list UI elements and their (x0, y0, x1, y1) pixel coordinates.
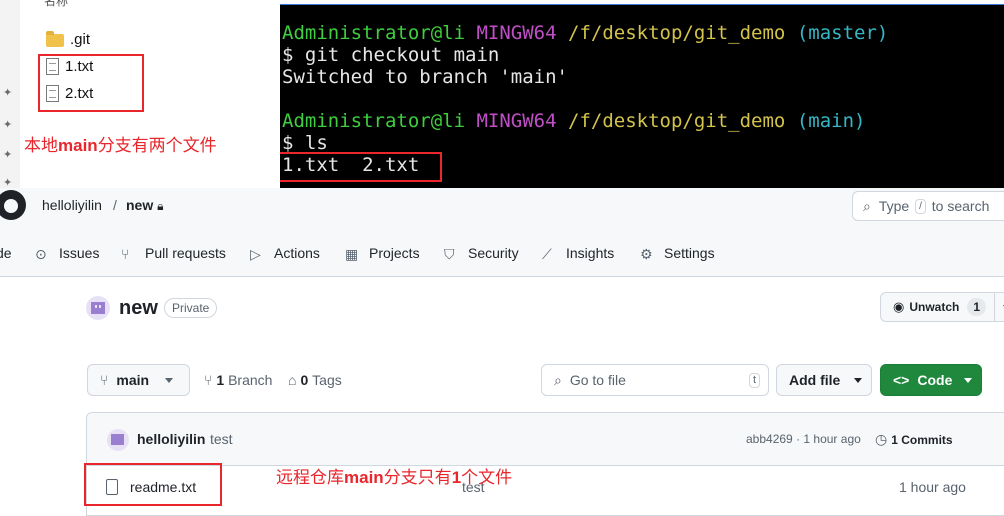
quick-access-pin-strip: ✦ ✦ ✦ ✦ (0, 0, 20, 188)
commit-message-link[interactable]: test (210, 431, 233, 447)
tab-pull-requests[interactable]: ⑂ Pull requests (121, 242, 226, 264)
gear-icon: ⚙ (640, 245, 653, 262)
issue-icon: ⊙ (35, 245, 47, 262)
global-search-input[interactable]: ⌕ Type / to search (852, 191, 1004, 221)
file-name: .git (70, 30, 91, 48)
eye-icon: ◉ (893, 299, 905, 314)
go-to-file-shortcut-key: t (748, 372, 760, 388)
tags-link[interactable]: ⌂ 0 Tags (288, 372, 342, 388)
file-browser-panel: helloliyilin test abb4269 · 1 hour ago ◷… (86, 412, 1004, 516)
tab-security[interactable]: ⛉ Security (444, 242, 519, 264)
shield-icon: ⛉ (444, 245, 455, 262)
chevron-down-icon (854, 377, 863, 383)
folder-icon (46, 31, 64, 47)
commit-author-avatar[interactable] (107, 429, 129, 451)
table-icon: ▦ (345, 245, 359, 262)
highlight-box-ls-output (280, 152, 442, 182)
highlight-box-local-files (38, 54, 144, 112)
tab-issues[interactable]: ⊙ Issues (35, 242, 99, 264)
tab-actions[interactable]: ▷ Actions (250, 242, 320, 264)
pin-icon[interactable]: ✦ (3, 88, 13, 99)
branch-select-button[interactable]: ⑂ main (87, 364, 190, 396)
branches-link[interactable]: ⑂ 1 Branch (204, 372, 272, 388)
file-item-git-folder[interactable]: .git (46, 28, 90, 50)
watchers-count: 1 (967, 298, 987, 316)
commits-history-link[interactable]: ◷ 1 Commits (875, 431, 953, 448)
history-icon: ◷ (875, 431, 888, 447)
tab-settings[interactable]: ⚙ Settings (640, 242, 715, 264)
chevron-down-icon (165, 377, 174, 383)
highlight-box-remote-file (84, 463, 222, 506)
terminal-command: $ git checkout main (282, 44, 500, 66)
annotation-remote-branch: 远程仓库main分支只有1个文件 (276, 468, 513, 487)
graph-icon: ⟋ (542, 245, 552, 262)
code-button[interactable]: <> Code (880, 364, 982, 396)
annotation-local-branch: 本地main分支有两个文件 (24, 136, 217, 155)
tab-insights[interactable]: ⟋ Insights (542, 242, 614, 264)
pin-icon[interactable]: ✦ (3, 120, 13, 131)
git-bash-terminal[interactable]: Administrator@li MINGW64 /f/desktop/git_… (280, 4, 1004, 189)
breadcrumb-separator: / (113, 197, 117, 213)
file-last-updated: 1 hour ago (899, 479, 966, 495)
tab-projects[interactable]: ▦ Projects (345, 242, 420, 264)
column-header-name[interactable]: 名称 (44, 0, 68, 9)
branch-icon: ⑂ (204, 372, 213, 388)
search-shortcut-key: / (915, 198, 926, 214)
terminal-prompt-line: Administrator@li MINGW64 /f/desktop/git_… (282, 110, 866, 132)
branch-icon: ⑂ (100, 372, 109, 388)
pin-icon[interactable]: ✦ (3, 178, 13, 189)
visibility-badge: Private (164, 298, 218, 318)
file-explorer-panel: ✦ ✦ ✦ ✦ 名称 .git 1.txt 2.txt 本地main分支有两个文… (0, 0, 280, 188)
code-icon: <> (893, 372, 910, 388)
terminal-prompt-line: Administrator@li MINGW64 /f/desktop/git_… (282, 22, 889, 44)
go-to-file-input[interactable]: ⌕ Go to file t (541, 364, 769, 396)
github-logo-icon[interactable] (0, 190, 26, 220)
commit-author-link[interactable]: helloliyilin (137, 431, 205, 447)
owner-avatar[interactable] (86, 296, 110, 320)
lock-icon: 🔒︎ (157, 199, 164, 213)
repo-name-link[interactable]: new 🔒︎ (126, 197, 164, 214)
tab-code[interactable]: de (0, 242, 12, 264)
unwatch-button[interactable]: ◉ Unwatch 1 (880, 292, 1004, 322)
search-icon: ⌕ (554, 371, 562, 388)
terminal-output: Switched to branch 'main' (282, 66, 568, 88)
pin-icon[interactable]: ✦ (3, 150, 13, 161)
tag-icon: ⌂ (288, 372, 297, 388)
chevron-down-icon (964, 377, 973, 383)
repo-owner-link[interactable]: helloliyilin (42, 197, 102, 213)
commit-sha-and-time[interactable]: abb4269 · 1 hour ago (746, 432, 861, 446)
repo-title[interactable]: new (119, 297, 158, 320)
file-row: readme.txt test 1 hour ago (87, 465, 1004, 515)
latest-commit-bar: helloliyilin test abb4269 · 1 hour ago ◷… (87, 413, 1004, 466)
search-icon: ⌕ (863, 197, 871, 214)
pull-request-icon: ⑂ (121, 245, 130, 262)
terminal-command: $ ls (282, 132, 328, 154)
github-header: helloliyilin / new 🔒︎ ⌕ Type / to search… (0, 188, 1004, 277)
play-icon: ▷ (250, 245, 261, 262)
add-file-button[interactable]: Add file (776, 364, 872, 396)
